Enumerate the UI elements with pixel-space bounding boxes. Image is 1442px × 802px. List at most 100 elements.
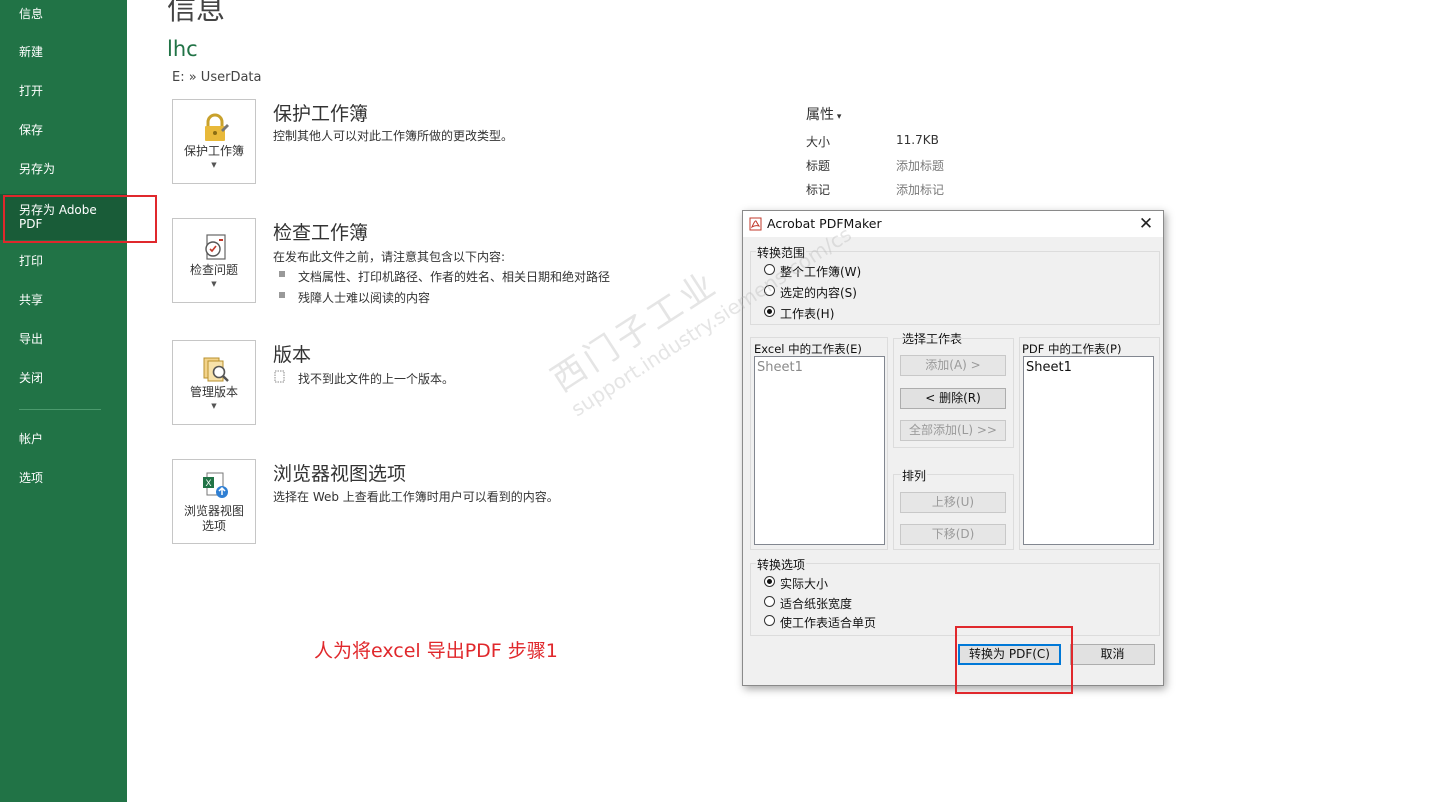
close-icon[interactable]: ✕ [1135,213,1157,235]
inspect-document-icon [205,234,226,260]
browser-view-options-label-line1: 浏览器视图 [183,504,244,518]
pdfmaker-dialog: Acrobat PDFMaker ✕ 转换范围 整个工作簿(W) 选定的内容(S… [742,210,1164,686]
radio-fit-width-label: 适合纸张宽度 [780,597,853,611]
inspect-bullet-2: 残障人士难以阅读的内容 [298,291,431,305]
nav-save-as-label: 另存为 [19,162,56,176]
backstage-sidebar: 信息 新建 打开 保存 另存为 另存为 Adobe PDF 打印 共享 导出 关… [0,0,127,802]
bullet [279,292,285,298]
chevron-down-icon: ▾ [834,112,842,122]
radio-actual-size[interactable] [764,576,775,587]
nav-share[interactable]: 共享 [0,282,127,318]
prop-size-label: 大小 [806,135,831,149]
protect-workbook-label: 保护工作簿 [183,144,244,158]
browser-view-options-label-line2: 选项 [201,519,226,533]
browser-view-desc: 选择在 Web 上查看此工作簿时用户可以看到的内容。 [273,490,559,504]
chevron-down-icon: ▼ [211,280,217,288]
nav-save-label: 保存 [19,123,44,137]
versions-desc: 找不到此文件的上一个版本。 [298,372,455,386]
radio-fit-page-label: 使工作表适合单页 [780,616,877,630]
check-issues-button[interactable]: 检查问题 ▼ [172,218,256,303]
excel-web-icon: X [203,472,228,498]
prop-tags-label: 标记 [806,183,831,197]
acrobat-icon [749,217,762,231]
properties-header: 属性 [806,107,834,123]
nav-options-label: 选项 [19,471,44,485]
nav-export-label: 导出 [19,332,44,346]
nav-separator [19,409,101,410]
radio-whole-workbook-label: 整个工作簿(W) [780,265,862,279]
nav-open-label: 打开 [19,84,44,98]
dialog-title: Acrobat PDFMaker [767,216,882,231]
check-issues-label: 检查问题 [189,263,238,277]
highlight-box-convert [955,626,1073,694]
cancel-button[interactable]: 取消 [1070,644,1155,665]
nav-account-label: 帐户 [19,432,44,446]
file-path: E: » UserData [172,70,262,85]
convert-options-label: 转换选项 [756,556,807,573]
page-title: 信息 [167,0,226,26]
nav-new[interactable]: 新建 [0,34,127,70]
bullet [279,271,285,277]
pdf-sheets-label: PDF 中的工作表(P) [1021,341,1123,357]
range-group-label: 转换范围 [756,244,807,261]
nav-info[interactable]: 信息 [0,0,127,32]
chevron-down-icon: ▼ [211,161,217,169]
manage-versions-icon [203,357,229,382]
inspect-workbook-title: 检查工作簿 [273,222,369,244]
radio-fit-page[interactable] [764,615,775,626]
svg-text:X: X [206,478,212,488]
protect-workbook-button[interactable]: 保护工作簿 ▼ [172,99,256,184]
nav-account[interactable]: 帐户 [0,421,127,457]
list-item[interactable]: Sheet1 [757,360,882,375]
nav-close[interactable]: 关闭 [0,360,127,396]
nav-options[interactable]: 选项 [0,460,127,496]
radio-selection-label: 选定的内容(S) [780,286,857,300]
nav-print[interactable]: 打印 [0,243,127,279]
dialog-titlebar[interactable]: Acrobat PDFMaker ✕ [743,211,1163,237]
radio-whole-workbook[interactable] [764,264,775,275]
excel-sheets-list[interactable]: Sheet1 [754,356,885,545]
lock-icon [205,113,229,141]
remove-button[interactable]: < 删除(R) [900,388,1006,409]
versions-title: 版本 [273,344,312,366]
protect-workbook-desc: 控制其他人可以对此工作簿所做的更改类型。 [273,129,514,143]
prop-tags-value[interactable]: 添加标记 [896,181,944,198]
highlight-box-adobe-pdf [3,195,157,243]
manage-versions-button[interactable]: 管理版本 ▼ [172,340,256,425]
nav-share-label: 共享 [19,293,44,307]
radio-fit-width[interactable] [764,596,775,607]
chevron-down-icon: ▼ [211,402,217,410]
browser-view-options-button[interactable]: X 浏览器视图 选项 [172,459,256,544]
nav-save[interactable]: 保存 [0,112,127,148]
nav-new-label: 新建 [19,45,44,59]
nav-info-label: 信息 [19,7,44,21]
properties-dropdown[interactable]: 属性 ▾ [806,104,841,124]
nav-open[interactable]: 打开 [0,73,127,109]
inspect-workbook-desc: 在发布此文件之前，请注意其包含以下内容: [273,250,506,264]
radio-worksheet-label: 工作表(H) [780,307,835,321]
move-up-button[interactable]: 上移(U) [900,492,1006,513]
prop-size-value: 11.7KB [896,133,939,147]
radio-worksheet[interactable] [764,306,775,317]
nav-export[interactable]: 导出 [0,321,127,357]
protect-workbook-title: 保护工作簿 [273,103,369,125]
browser-view-options-label: 浏览器视图 选项 [173,504,255,534]
radio-actual-size-label: 实际大小 [780,577,829,591]
user-name: lhc [167,37,198,61]
nav-save-as[interactable]: 另存为 [0,151,127,187]
document-icon [274,370,285,383]
inspect-bullet-1: 文档属性、打印机路径、作者的姓名、相关日期和绝对路径 [298,270,611,284]
browser-view-title: 浏览器视图选项 [273,463,407,485]
list-item[interactable]: Sheet1 [1026,360,1151,375]
add-button[interactable]: 添加(A) > [900,355,1006,376]
prop-title-label: 标题 [806,159,831,173]
radio-selection[interactable] [764,285,775,296]
pdf-sheets-list[interactable]: Sheet1 [1023,356,1154,545]
excel-sheets-label: Excel 中的工作表(E) [753,341,863,357]
add-all-button[interactable]: 全部添加(L) >> [900,420,1006,441]
nav-close-label: 关闭 [19,371,44,385]
nav-print-label: 打印 [19,254,44,268]
prop-title-value[interactable]: 添加标题 [896,157,944,174]
annotation-text: 人为将excel 导出PDF 步骤1 [314,640,558,662]
move-down-button[interactable]: 下移(D) [900,524,1006,545]
